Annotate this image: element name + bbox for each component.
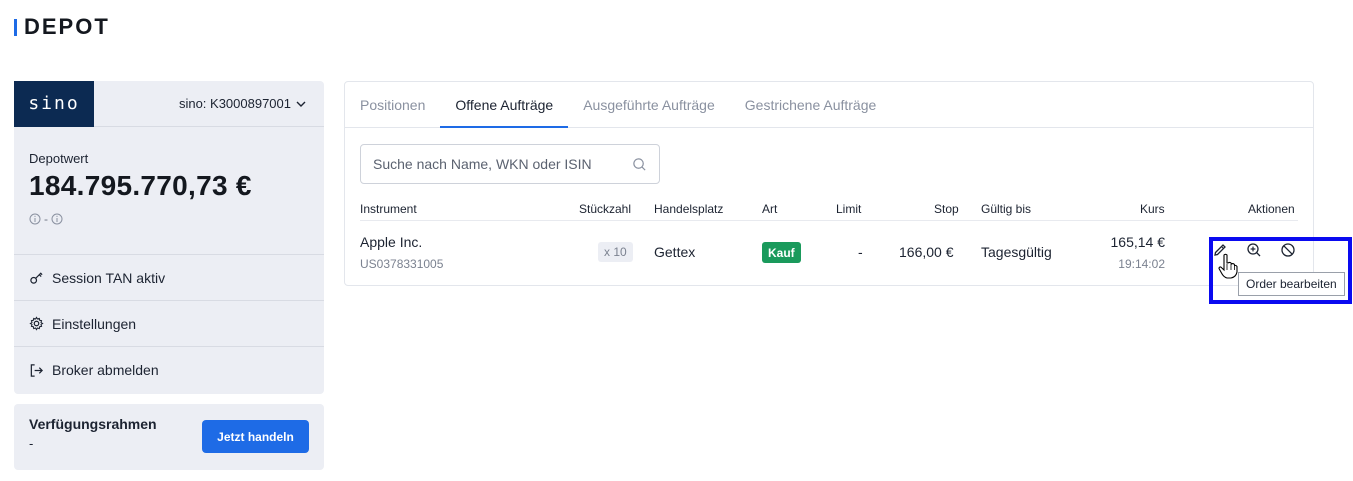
orders-panel: Positionen Offene Aufträge Ausgeführte A… [344, 81, 1314, 286]
limit-cell: - [858, 244, 863, 260]
column-header-aktionen: Aktionen [1248, 202, 1295, 216]
column-header-art: Art [762, 202, 778, 216]
account-selector[interactable]: sino: K3000897001 [179, 96, 306, 111]
account-top: sino sino: K3000897001 [14, 80, 324, 127]
broker-logo: sino [14, 80, 94, 127]
quantity-badge: x 10 [598, 242, 633, 262]
search-input[interactable] [373, 156, 632, 172]
order-tabs: Positionen Offene Aufträge Ausgeführte A… [345, 82, 1313, 128]
order-type-badge: Kauf [762, 242, 801, 263]
account-selector-label: sino: K3000897001 [178, 96, 291, 111]
column-header-stueckzahl: Stückzahl [579, 202, 632, 216]
account-card: sino sino: K3000897001 Depotwert 184.795… [14, 80, 324, 394]
page-header: DEPOT [14, 14, 110, 40]
rahmen-card: Verfügungsrahmen - Jetzt handeln [14, 404, 324, 470]
page-title: DEPOT [24, 14, 110, 39]
column-header-handelsplatz: Handelsplatz [654, 202, 724, 216]
column-header-limit: Limit [836, 202, 862, 216]
menu-item-label: Broker abmelden [52, 362, 159, 378]
depot-value-block: Depotwert 184.795.770,73 € - [14, 127, 324, 255]
tab-positionen[interactable]: Positionen [345, 82, 440, 127]
menu-item-logout[interactable]: Broker abmelden [14, 347, 324, 393]
menu-item-session-tan[interactable]: Session TAN aktiv [14, 255, 324, 301]
column-header-stop: Stop [934, 202, 959, 216]
highlight-box [1209, 237, 1352, 304]
tab-ausgefuehrte-auftraege[interactable]: Ausgeführte Aufträge [568, 82, 730, 127]
header-accent-bar [14, 18, 17, 36]
column-header-kurs: Kurs [1140, 202, 1165, 216]
key-icon [30, 272, 43, 284]
search-box [360, 144, 660, 184]
info-icon [51, 213, 63, 225]
column-header-gueltig-bis: Gültig bis [981, 202, 1032, 216]
valid-until-cell: Tagesgültig [981, 244, 1052, 260]
menu-item-label: Einstellungen [52, 315, 137, 332]
info-icon [29, 213, 41, 225]
depot-label: Depotwert [29, 151, 89, 166]
trade-now-button[interactable]: Jetzt handeln [202, 420, 309, 453]
venue-cell: Gettex [654, 244, 696, 260]
search-icon[interactable] [632, 157, 647, 172]
price-time: 19:14:02 [1118, 257, 1165, 271]
logout-icon [30, 363, 43, 377]
stop-cell: 166,00 € [899, 244, 954, 260]
menu-item-settings[interactable]: Einstellungen [14, 301, 324, 347]
column-header-instrument: Instrument [360, 202, 417, 216]
menu-item-label: Session TAN aktiv [52, 269, 166, 286]
chevron-down-icon [296, 101, 306, 107]
instrument-isin: US0378331005 [360, 257, 444, 271]
depot-value: 184.795.770,73 € [29, 170, 252, 201]
gear-icon [29, 316, 44, 331]
tab-gestrichene-auftraege[interactable]: Gestrichene Aufträge [730, 82, 892, 127]
tab-offene-auftraege[interactable]: Offene Aufträge [440, 82, 569, 128]
depot-change: - [29, 212, 309, 226]
instrument-name[interactable]: Apple Inc. [360, 234, 422, 250]
depot-change-value: - [44, 212, 48, 226]
table-header-divider [360, 220, 1298, 221]
price-cell: 165,14 € [1110, 234, 1166, 250]
